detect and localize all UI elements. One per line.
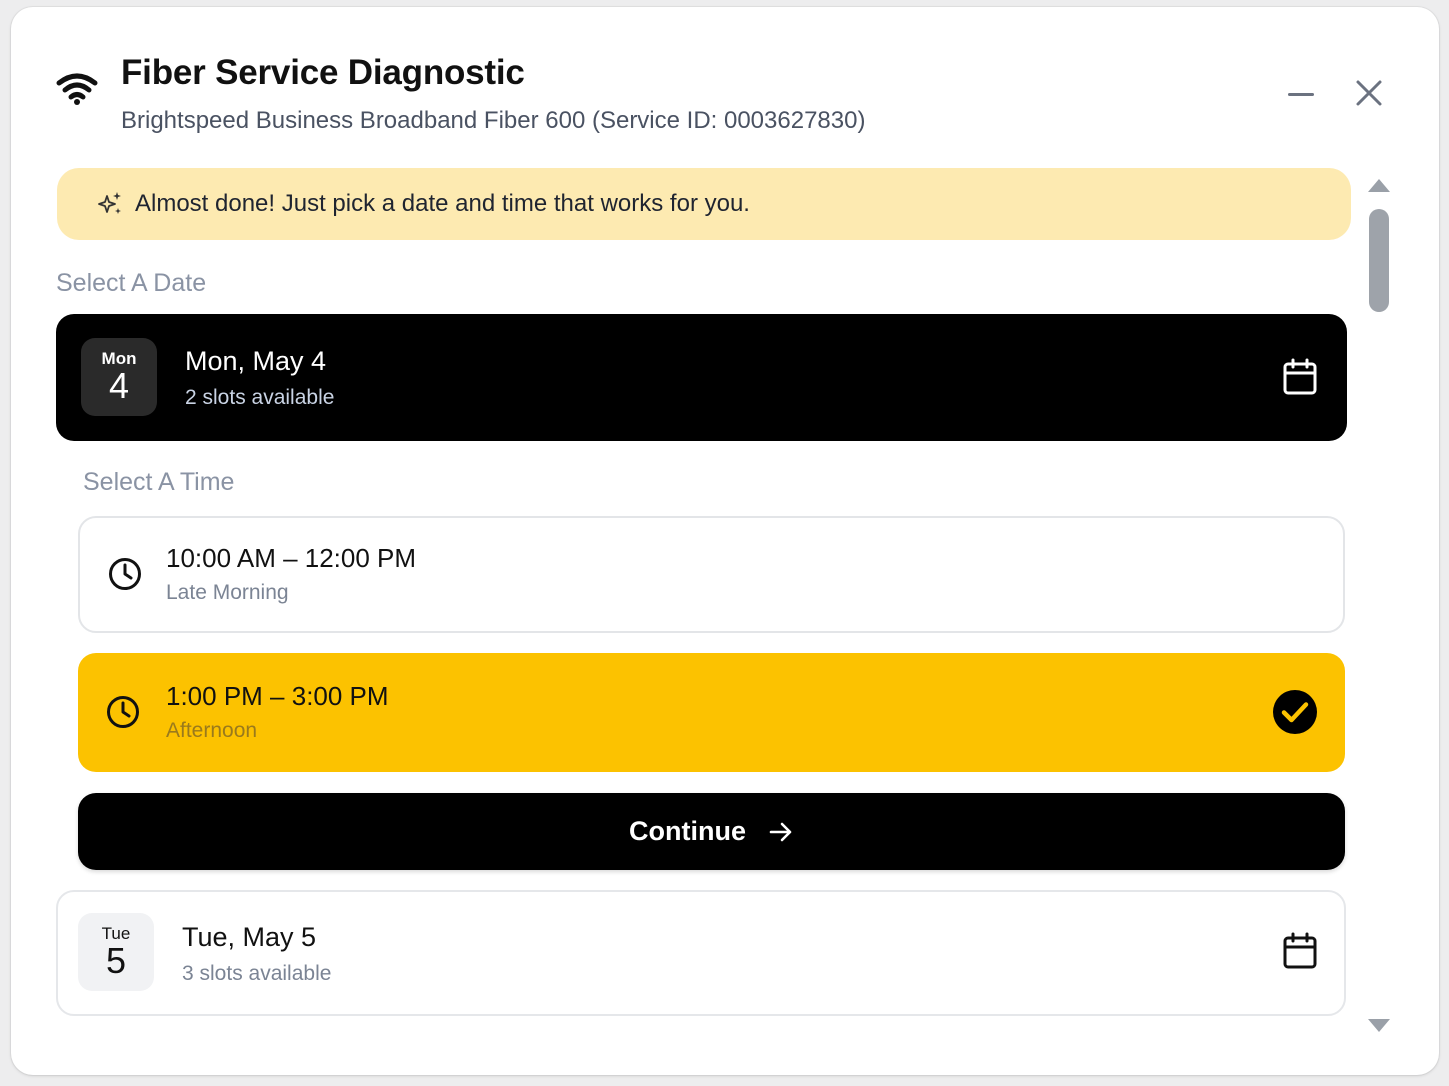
slot-time: 1:00 PM – 3:00 PM	[166, 681, 389, 711]
info-banner: Almost done! Just pick a date and time t…	[57, 168, 1351, 240]
sparkle-icon	[98, 192, 121, 214]
minimize-button[interactable]	[1281, 77, 1321, 111]
select-time-label: Select A Time	[83, 468, 235, 496]
time-slot-late-morning[interactable]: 10:00 AM – 12:00 PM Late Morning	[78, 516, 1345, 633]
slot-label: Afternoon	[166, 719, 258, 742]
scrollbar-thumb[interactable]	[1369, 209, 1389, 312]
slot-time: 10:00 AM – 12:00 PM	[166, 543, 417, 573]
date-badge: Mon 4	[81, 338, 157, 416]
date-card-tue-may-5[interactable]: Tue 5 Tue, May 5 3 slots available	[56, 890, 1346, 1016]
date-badge-day: 4	[108, 365, 130, 406]
wifi-icon	[56, 73, 98, 105]
checkmark-icon	[1273, 690, 1317, 734]
date-slots-available: 3 slots available	[182, 962, 332, 985]
date-title: Tue, May 5	[182, 922, 317, 952]
diagnostic-window: Fiber Service Diagnostic Brightspeed Bus…	[11, 7, 1439, 1075]
minimize-icon	[1288, 92, 1314, 96]
date-slots-available: 2 slots available	[185, 386, 335, 409]
scroll-down-arrow[interactable]	[1368, 1019, 1390, 1032]
continue-button[interactable]: Continue	[78, 793, 1345, 870]
clock-icon	[109, 558, 141, 590]
service-subtitle: Brightspeed Business Broadband Fiber 600…	[121, 107, 866, 134]
scroll-up-arrow[interactable]	[1368, 179, 1390, 192]
page-title: Fiber Service Diagnostic	[121, 53, 525, 92]
clock-icon	[107, 696, 139, 728]
continue-label: Continue	[629, 816, 746, 846]
date-badge-day: 5	[105, 940, 127, 981]
calendar-icon	[1283, 358, 1317, 395]
date-card-mon-may-4[interactable]: Mon 4 Mon, May 4 2 slots available	[56, 314, 1347, 441]
banner-text: Almost done! Just pick a date and time t…	[135, 190, 750, 217]
select-date-label: Select A Date	[56, 269, 207, 297]
arrow-right-icon	[769, 822, 792, 841]
time-slot-afternoon[interactable]: 1:00 PM – 3:00 PM Afternoon	[78, 653, 1345, 772]
calendar-icon	[1283, 932, 1317, 969]
close-button[interactable]	[1349, 73, 1389, 113]
slot-label: Late Morning	[166, 581, 289, 604]
date-badge: Tue 5	[78, 913, 154, 991]
close-icon	[1356, 80, 1382, 106]
date-title: Mon, May 4	[185, 346, 327, 376]
